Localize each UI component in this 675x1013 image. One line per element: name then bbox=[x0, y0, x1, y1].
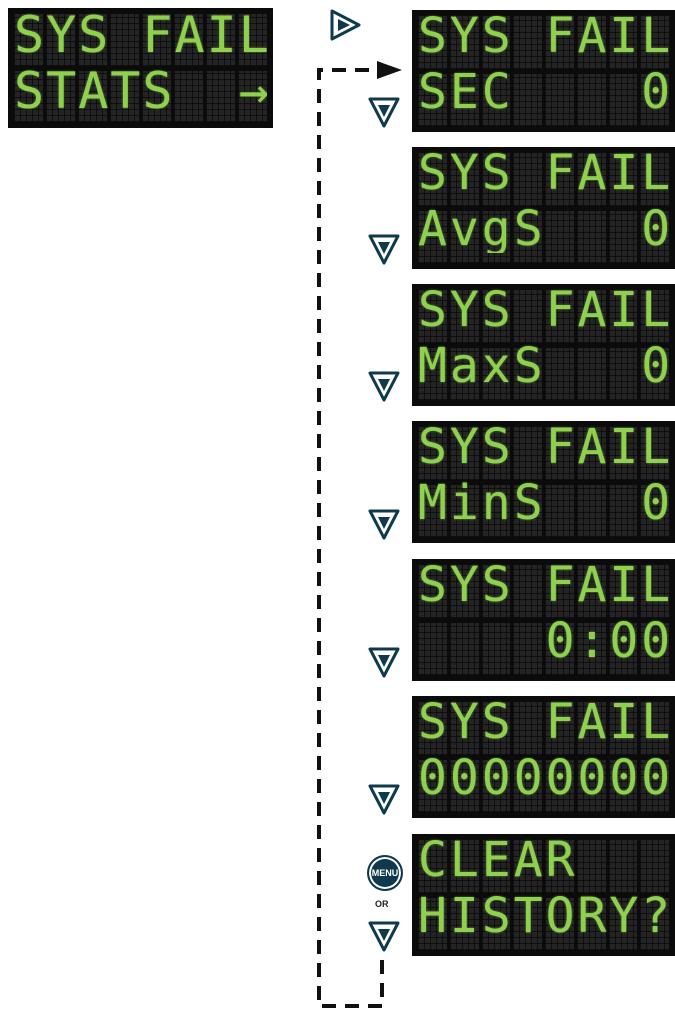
down-arrow-button-icon[interactable] bbox=[367, 919, 401, 953]
lcd-line-1: SYS FAIL bbox=[14, 10, 267, 60]
flow-arrowhead bbox=[377, 61, 402, 79]
down-arrow-button-icon[interactable] bbox=[367, 369, 401, 403]
down-arrow-button-icon[interactable] bbox=[367, 645, 401, 679]
lcd-line-2: HISTORY? bbox=[418, 892, 669, 940]
menu-button[interactable]: MENU bbox=[367, 855, 403, 891]
lcd-line-2: 0:00 bbox=[418, 617, 669, 665]
down-arrow-button-icon[interactable] bbox=[367, 232, 401, 266]
lcd-line-2: MinS 0 bbox=[418, 479, 669, 527]
down-arrow-button-icon[interactable] bbox=[367, 507, 401, 541]
lcd-line-1: CLEAR bbox=[418, 836, 578, 884]
lcd-line-2: STATS → bbox=[14, 66, 267, 116]
or-label: OR bbox=[375, 899, 389, 909]
lcd-screen: SYS FAIL 0:00 bbox=[412, 559, 675, 681]
lcd-start-screen: SYS FAIL STATS → bbox=[8, 8, 273, 128]
lcd-screen: SYS FAIL MinS 0 bbox=[412, 421, 675, 543]
lcd-line-2: MaxS 0 bbox=[418, 342, 669, 390]
down-arrow-button-icon[interactable] bbox=[367, 782, 401, 816]
lcd-line-1: SYS FAIL bbox=[418, 561, 669, 609]
lcd-line-2: SEC 0 bbox=[418, 68, 669, 116]
lcd-line-1: SYS FAIL bbox=[418, 12, 669, 60]
lcd-screen: SYS FAIL SEC 0 bbox=[412, 10, 675, 132]
lcd-screen: SYS FAIL AvgS 0 bbox=[412, 147, 675, 269]
lcd-line-2: AvgS 0 bbox=[418, 205, 669, 253]
down-arrow-button-icon[interactable] bbox=[367, 95, 401, 129]
lcd-screen: SYS FAIL MaxS 0 bbox=[412, 284, 675, 406]
lcd-line-1: SYS FAIL bbox=[418, 423, 669, 471]
lcd-screen: CLEAR HISTORY? bbox=[412, 834, 675, 956]
lcd-line-2: 00000000 bbox=[418, 754, 669, 802]
lcd-line-1: SYS FAIL bbox=[418, 698, 669, 746]
lcd-screen: SYS FAIL 00000000 bbox=[412, 696, 675, 818]
lcd-line-1: SYS FAIL bbox=[418, 286, 669, 334]
right-arrow-button-icon[interactable] bbox=[328, 8, 362, 42]
lcd-line-1: SYS FAIL bbox=[418, 149, 669, 197]
